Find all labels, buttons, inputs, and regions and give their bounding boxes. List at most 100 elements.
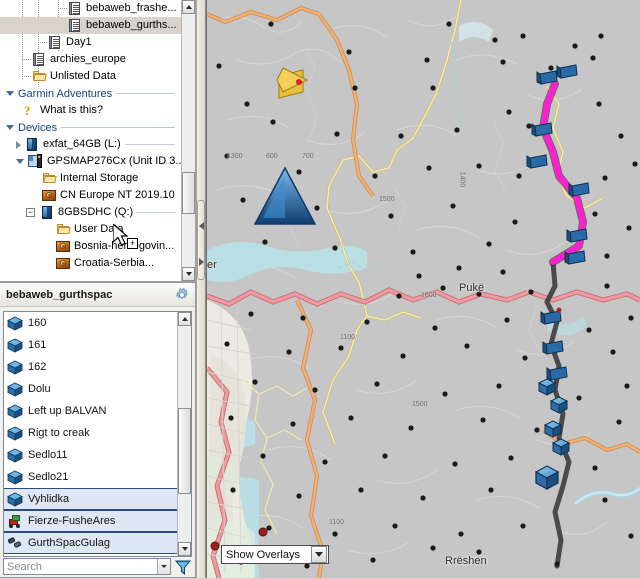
- map-canvas[interactable]: [207, 0, 640, 578]
- map-product-icon: [42, 188, 57, 203]
- list-item[interactable]: Vyhlidka: [4, 488, 177, 510]
- tree-item-exfat-64gb[interactable]: exfat_64GB (L:): [0, 136, 181, 153]
- contour-label: 1500: [412, 401, 428, 408]
- tree-item-label: Internal Storage: [60, 170, 138, 187]
- list-item-label: Vyhlidka: [28, 493, 69, 505]
- search-bar: [0, 557, 195, 577]
- list-item[interactable]: Dolu: [4, 378, 177, 400]
- question-icon: ?: [22, 103, 37, 118]
- expander-minus-icon[interactable]: −: [26, 208, 35, 217]
- splitter-collapse-left-icon[interactable]: [199, 222, 204, 230]
- tree-item-8gbsdhc[interactable]: − 8GBSDHC (Q:): [0, 204, 181, 221]
- chevron-down-icon: [6, 91, 14, 96]
- collection-list-panel: bebaweb_gurthspac 160: [0, 282, 196, 578]
- collection-list-inner[interactable]: 160 161 162: [4, 312, 177, 556]
- search-box[interactable]: [3, 558, 171, 575]
- library-tree-panel[interactable]: bebaweb_frashe... bebaweb_gurths... Day1…: [0, 0, 196, 282]
- map-panel[interactable]: Pukë Rrëshen er 600 700 1300 1500 1400 1…: [206, 0, 640, 578]
- search-input[interactable]: [4, 559, 157, 574]
- tree-item-user-data[interactable]: User Data: [0, 221, 181, 238]
- tree-group-label: Garmin Adventures: [18, 88, 112, 100]
- funnel-filter-icon[interactable]: [174, 558, 192, 576]
- list-scroll-up-button[interactable]: [178, 312, 191, 326]
- tree-item-bosnia[interactable]: Bosnia-herzegovin...: [0, 238, 181, 255]
- tree-scroll-area[interactable]: bebaweb_frashe... bebaweb_gurths... Day1…: [0, 0, 181, 281]
- drive-icon: [25, 137, 40, 152]
- list-item[interactable]: Fierze-FusheAres: [4, 510, 177, 532]
- tree-item-label: CN Europe NT 2019.10: [60, 187, 175, 204]
- waypoint-cube-icon: [7, 492, 24, 507]
- list-panel-header: bebaweb_gurthspac: [0, 283, 195, 307]
- list-item[interactable]: 162: [4, 356, 177, 378]
- waypoint-cube-icon: [7, 426, 24, 441]
- list-item[interactable]: GurthSpacGulag: [4, 532, 177, 554]
- contour-label: 1400: [458, 172, 465, 188]
- gps-device-icon: [28, 154, 44, 169]
- tree-item-day1[interactable]: Day1: [0, 34, 181, 51]
- tree-group-garmin-adventures[interactable]: Garmin Adventures: [0, 85, 181, 102]
- tree-item-internal-storage[interactable]: Internal Storage: [0, 170, 181, 187]
- track-icon: [8, 536, 23, 551]
- list-scrollbar[interactable]: [177, 312, 191, 556]
- search-dropdown-button[interactable]: [157, 559, 170, 574]
- tree-item-bebaweb-frashe[interactable]: bebaweb_frashe...: [0, 0, 181, 17]
- tree-item-cn-europe[interactable]: CN Europe NT 2019.10: [0, 187, 181, 204]
- list-item[interactable]: Left up BALVAN: [4, 400, 177, 422]
- tree-group-label: Devices: [18, 122, 57, 134]
- row-rule: [137, 212, 175, 213]
- row-rule: [125, 144, 175, 145]
- contour-label: 1300: [227, 153, 243, 160]
- tree-item-what-is-this[interactable]: ? What is this?: [0, 102, 181, 119]
- folder-icon: [32, 69, 47, 84]
- list-item[interactable]: Sedlo11: [4, 444, 177, 466]
- tree-group-devices[interactable]: Devices: [0, 119, 181, 136]
- chevron-down-icon[interactable]: [311, 546, 327, 563]
- tree-item-archies-europe[interactable]: archies_europe: [0, 51, 181, 68]
- list-scrollbar-thumb[interactable]: [178, 408, 191, 494]
- map-product-icon: [56, 256, 71, 271]
- splitter-expand-right-icon[interactable]: [199, 258, 204, 266]
- list-item-label: Sedlo11: [28, 449, 68, 461]
- gear-icon[interactable]: [175, 288, 189, 302]
- list-item[interactable]: 160: [4, 312, 177, 334]
- arrow-up-icon: [186, 5, 192, 9]
- list-item-label: Dolu: [28, 383, 51, 395]
- waypoint-cube-icon: [7, 470, 24, 485]
- list-item[interactable]: Sedlo21: [4, 466, 177, 488]
- tree-item-gpsmap276cx[interactable]: GPSMAP276Cx (Unit ID 3...: [0, 153, 181, 170]
- contour-label: 1100: [329, 519, 344, 526]
- tree-scroll-up-button[interactable]: [182, 0, 195, 14]
- chevron-right-icon[interactable]: [16, 141, 21, 149]
- tree-item-label: exfat_64GB (L:): [43, 136, 121, 153]
- list-item-label: 161: [28, 339, 46, 351]
- contour-label: 1600: [421, 292, 437, 299]
- list-item-label: Fierze-FusheAres: [28, 515, 115, 527]
- list-item[interactable]: 161: [4, 334, 177, 356]
- tree-item-bebaweb-gurths[interactable]: bebaweb_gurths...: [0, 17, 181, 34]
- tree-scrollbar[interactable]: [181, 0, 195, 281]
- tree-scroll-down-button[interactable]: [182, 267, 195, 281]
- tree-item-label: What is this?: [40, 102, 103, 119]
- list-item[interactable]: Rigt to creak: [4, 422, 177, 444]
- tree-scrollbar-thumb[interactable]: [182, 172, 195, 214]
- contour-label: 600: [266, 153, 278, 160]
- tree-item-unlisted-data[interactable]: Unlisted Data: [0, 68, 181, 85]
- document-icon: [32, 52, 47, 67]
- left-sidebar: bebaweb_frashe... bebaweb_gurths... Day1…: [0, 0, 196, 578]
- waypoint-cube-icon: [7, 382, 24, 397]
- collection-list[interactable]: 160 161 162: [3, 311, 192, 557]
- tree-item-label: GPSMAP276Cx (Unit ID 3...: [47, 153, 181, 170]
- list-item-label: 160: [28, 317, 46, 329]
- tree-item-croatia[interactable]: Croatia-Serbia...: [0, 255, 181, 272]
- tree-item-label: Bosnia-herzegovin...: [74, 238, 174, 255]
- arrow-down-icon: [186, 272, 192, 276]
- panel-splitter[interactable]: [196, 0, 206, 578]
- list-scroll-down-button[interactable]: [178, 542, 191, 556]
- splitter-grip[interactable]: [197, 200, 205, 280]
- list-item-label: Sedlo21: [28, 471, 68, 483]
- folder-icon: [42, 171, 57, 186]
- show-overlays-dropdown[interactable]: Show Overlays: [221, 545, 329, 564]
- chevron-down-icon[interactable]: [16, 159, 24, 164]
- waypoint-cube-icon: [7, 404, 24, 419]
- document-icon: [68, 18, 83, 33]
